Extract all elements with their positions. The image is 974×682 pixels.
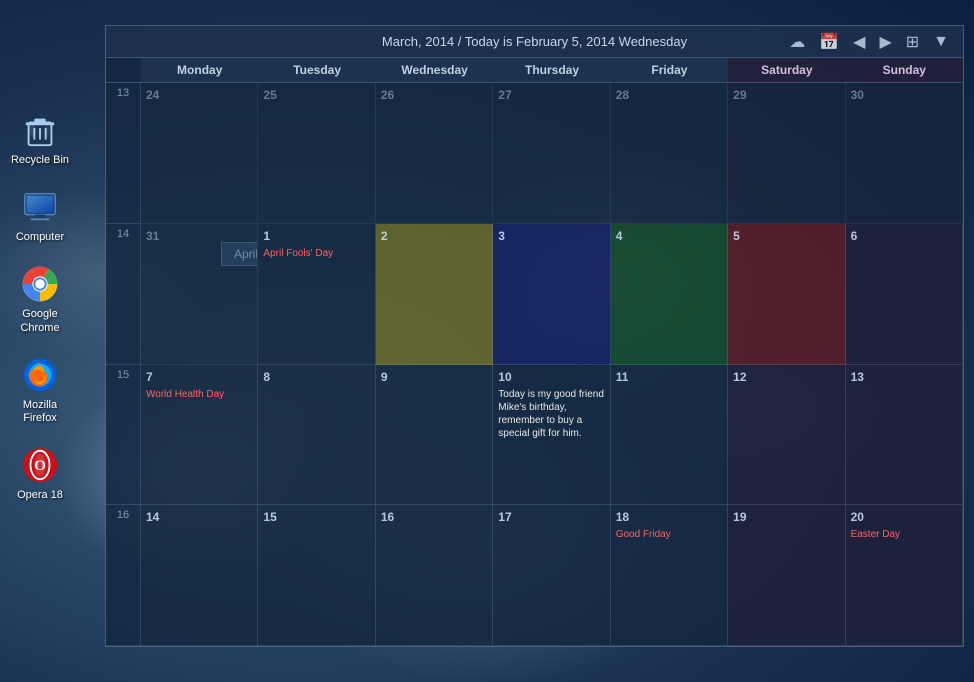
cell-apr-20[interactable]: 20 Easter Day: [846, 505, 963, 646]
cell-apr-9[interactable]: 9: [376, 365, 493, 506]
cell-apr-15[interactable]: 15: [258, 505, 375, 646]
cell-apr-16[interactable]: 16: [376, 505, 493, 646]
firefox-label: Mozilla Firefox: [10, 399, 70, 425]
computer-label: Computer: [16, 231, 64, 244]
week-16: 16: [106, 505, 141, 646]
prev-button[interactable]: ◀: [849, 30, 869, 54]
cell-30[interactable]: 30: [846, 83, 963, 224]
cell-28[interactable]: 28: [611, 83, 728, 224]
opera-label: Opera 18: [17, 489, 63, 502]
recycle-bin-label: Recycle Bin: [11, 154, 69, 167]
cell-apr-6[interactable]: 6: [846, 224, 963, 365]
header-controls: ☁ 📅 ◀ ▶ ⊞ ▼: [785, 30, 953, 54]
day-header-thursday: Thursday: [493, 58, 610, 82]
calendar-days-header: Monday Tuesday Wednesday Thursday Friday…: [106, 58, 963, 83]
april-popup: April: [221, 242, 258, 266]
day-header-wednesday: Wednesday: [376, 58, 493, 82]
cell-apr-1[interactable]: 1 April Fools' Day: [258, 224, 375, 365]
cell-apr-7[interactable]: 7 World Health Day: [141, 365, 258, 506]
day-header-sunday: Sunday: [846, 58, 963, 82]
event-easter: Easter Day: [851, 528, 957, 541]
event-birthday: Today is my good friend Mike's birthday,…: [498, 388, 604, 440]
cell-apr-12[interactable]: 12: [728, 365, 845, 506]
google-chrome-icon[interactable]: Google Chrome: [10, 264, 70, 334]
cell-29[interactable]: 29: [728, 83, 845, 224]
svg-text:O: O: [34, 457, 46, 474]
cell-31[interactable]: 31 April: [141, 224, 258, 365]
day-header-tuesday: Tuesday: [258, 58, 375, 82]
cell-apr-18[interactable]: 18 Good Friday: [611, 505, 728, 646]
week-14: 14: [106, 224, 141, 365]
opera-icon[interactable]: O Opera 18: [10, 445, 70, 502]
opera-image: O: [20, 445, 60, 485]
chrome-label: Google Chrome: [10, 308, 70, 334]
calendar-header: March, 2014 / Today is February 5, 2014 …: [106, 26, 963, 58]
day-header-friday: Friday: [611, 58, 728, 82]
day-header-saturday: Saturday: [728, 58, 845, 82]
computer-icon[interactable]: Computer: [10, 187, 70, 244]
cell-apr-2[interactable]: 2: [376, 224, 493, 365]
day-header-monday: Monday: [141, 58, 258, 82]
cell-25[interactable]: 25: [258, 83, 375, 224]
week-13: 13: [106, 83, 141, 224]
event-good-friday: Good Friday: [616, 528, 722, 541]
desktop-icons-panel: Recycle Bin Computer: [0, 100, 80, 512]
recycle-bin-icon[interactable]: Recycle Bin: [10, 110, 70, 167]
chrome-image: [20, 264, 60, 304]
calendar-view-button[interactable]: 📅: [815, 30, 843, 54]
expand-button[interactable]: ⊞: [902, 30, 923, 54]
calendar-grid: 13 24 25 26 27 28 29 30 14 31 April 1 Ap…: [106, 83, 963, 646]
cell-apr-5[interactable]: 5: [728, 224, 845, 365]
cell-apr-3[interactable]: 3: [493, 224, 610, 365]
cell-apr-13[interactable]: 13: [846, 365, 963, 506]
event-april-fools: April Fools' Day: [263, 247, 369, 260]
cell-26[interactable]: 26: [376, 83, 493, 224]
recycle-bin-image: [20, 110, 60, 150]
next-button[interactable]: ▶: [875, 30, 895, 54]
cell-24[interactable]: 24: [141, 83, 258, 224]
computer-image: [20, 187, 60, 227]
week-15: 15: [106, 365, 141, 506]
cell-apr-14[interactable]: 14: [141, 505, 258, 646]
calendar-widget: March, 2014 / Today is February 5, 2014 …: [105, 25, 964, 647]
mozilla-firefox-icon[interactable]: Mozilla Firefox: [10, 355, 70, 425]
firefox-image: [20, 355, 60, 395]
cloud-button[interactable]: ☁: [785, 30, 809, 54]
cell-apr-10[interactable]: 10 Today is my good friend Mike's birthd…: [493, 365, 610, 506]
event-world-health: World Health Day: [146, 388, 252, 401]
cell-apr-17[interactable]: 17: [493, 505, 610, 646]
menu-button[interactable]: ▼: [929, 31, 953, 53]
cell-27[interactable]: 27: [493, 83, 610, 224]
week-num-header-spacer: [106, 58, 141, 82]
cell-apr-19[interactable]: 19: [728, 505, 845, 646]
cell-apr-8[interactable]: 8: [258, 365, 375, 506]
cell-apr-4[interactable]: 4: [611, 224, 728, 365]
cell-apr-11[interactable]: 11: [611, 365, 728, 506]
